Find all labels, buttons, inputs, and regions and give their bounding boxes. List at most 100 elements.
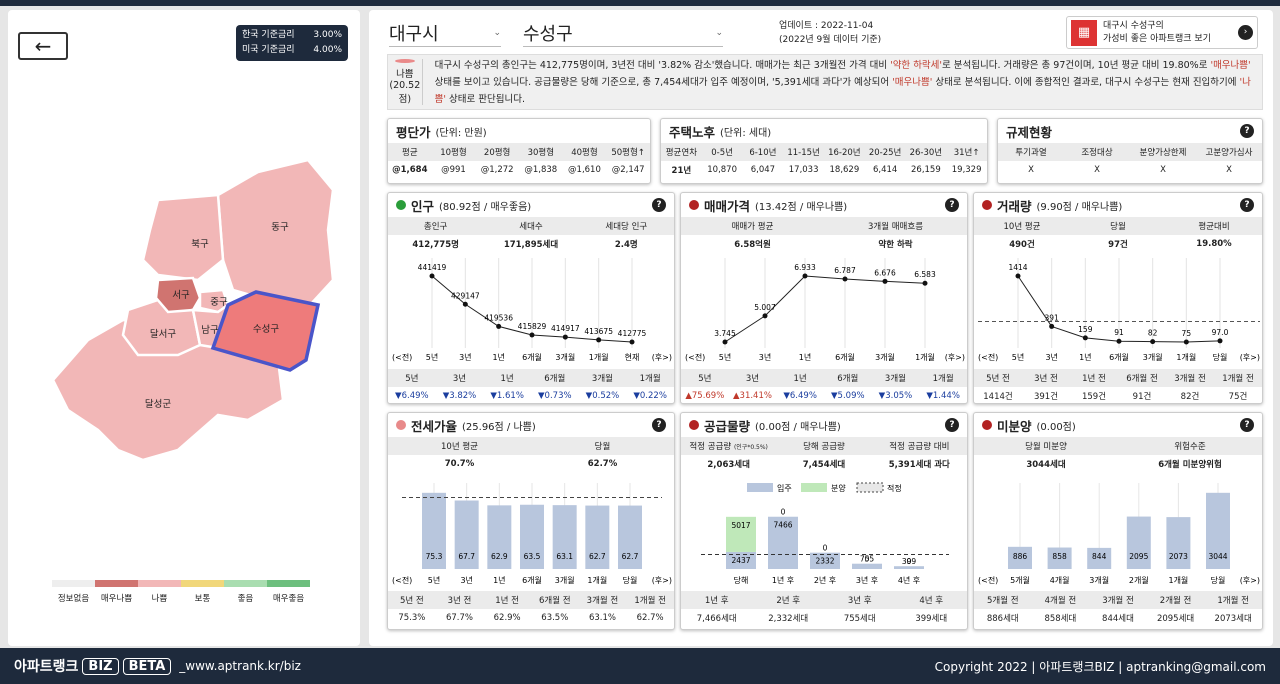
help-icon[interactable]: ?	[1240, 124, 1254, 138]
card-title: 공급물량	[704, 418, 751, 434]
map-label: 동구	[271, 222, 289, 233]
tick-label: 5년	[428, 575, 440, 585]
tick-label: 6개월	[1109, 352, 1129, 362]
supply-card: 공급물량 (0.00점 / 매우나쁨)? 적정 공급량 (인구*0.5%) 당해 공급…	[680, 412, 968, 630]
table-cell: 11-15년	[783, 143, 824, 161]
data-label: 412775	[618, 329, 647, 338]
table-cell: ▲75.69%	[685, 391, 725, 401]
table-cell: 3044세대	[1026, 460, 1066, 470]
summary-segment: 상태로 판단됩니다.	[445, 93, 525, 105]
data-label: 63.1	[556, 552, 573, 561]
summary-table: 10년 평균 당월 70.7% 62.7%	[388, 437, 674, 473]
legend-swatch	[138, 580, 181, 587]
age-table: 평균연차 0-5년 6-10년 11-15년 16-20년 20-25년 26-30년 31년…	[661, 143, 987, 179]
interest-rates: 한국 기준금리 3.00% 미국 기준금리 4.00%	[236, 25, 348, 61]
table-cell: 30평형	[518, 143, 563, 161]
back-button[interactable]: ←	[18, 32, 68, 60]
help-icon[interactable]: ?	[1240, 418, 1254, 432]
card-title: 전세가율	[411, 418, 458, 434]
table-cell: 1개월 전	[626, 591, 674, 609]
table-cell: 3개월 매매흐름	[824, 217, 967, 235]
data-point	[922, 280, 928, 286]
table-cell: 5년	[681, 369, 729, 387]
map-label: 남구	[201, 325, 219, 336]
table-cell: 1개월 전	[1214, 369, 1262, 387]
data-label: 6.787	[834, 266, 856, 275]
prev-label: (<전)	[978, 575, 998, 585]
table-cell: @991	[441, 165, 466, 175]
table-cell: 0-5년	[701, 143, 743, 161]
table-cell: 2095세대	[1156, 614, 1195, 624]
status-dot	[982, 200, 992, 210]
help-icon[interactable]: ?	[945, 198, 959, 212]
legend-swatch	[95, 580, 138, 587]
table-cell: 고분양가심사	[1196, 143, 1262, 161]
region-selectors: 대구시 ⌄ 수성구 ⌄	[389, 18, 723, 48]
district-buk[interactable]	[141, 193, 225, 282]
tick-label: 5개월	[1010, 575, 1030, 585]
tick-label: 3개월	[555, 352, 575, 362]
card-score: (9.90점 / 매우나쁨)	[1036, 201, 1123, 213]
table-cell: ▼6.49%	[783, 391, 817, 401]
table-cell: 6,047	[750, 165, 776, 175]
card-title: 거래량	[997, 198, 1032, 214]
data-label: 441419	[418, 263, 447, 272]
prev-label: (<전)	[392, 575, 412, 585]
help-icon[interactable]: ?	[1240, 198, 1254, 212]
legend-label: 정보없음	[57, 594, 90, 604]
tick-label: 3개월	[875, 352, 895, 362]
data-point	[429, 273, 435, 279]
table-cell: 858세대	[1044, 614, 1077, 624]
help-icon[interactable]: ?	[652, 198, 666, 212]
data-label: 7466	[773, 521, 792, 530]
legend-swatch	[856, 482, 884, 493]
bar-occupancy	[894, 566, 924, 569]
table-cell: 2.4명	[614, 240, 638, 250]
map-legend: 정보없음 매우나쁨 나쁨 보통 좋음 매우좋음	[52, 580, 310, 604]
data-label: 0	[907, 557, 912, 566]
tick-label: 당월	[1213, 352, 1228, 362]
bar	[1126, 516, 1151, 569]
table-cell: 20-25년	[864, 143, 906, 161]
table-cell: X	[1226, 165, 1232, 175]
data-point	[1049, 323, 1055, 329]
help-icon[interactable]: ?	[945, 418, 959, 432]
data-point	[529, 332, 535, 338]
supply-title-bar: 공급물량 (0.00점 / 매우나쁨)?	[681, 413, 967, 437]
population-line-chart: 441419 5년 429147 3년 419536 1년 415829 6개월 414917 3…	[392, 258, 672, 362]
city-select[interactable]: 대구시 ⌄	[389, 19, 501, 47]
tick-label: 3개월	[1089, 575, 1109, 585]
table-cell: 약한 하락	[878, 240, 913, 250]
table-cell: 10,870	[707, 165, 737, 175]
tick-label: 1년	[492, 352, 504, 362]
table-cell: 31년↑	[946, 143, 987, 161]
table-cell: 2년 후	[752, 591, 824, 609]
data-label: 886	[1013, 552, 1028, 561]
table-cell: 2,063세대	[707, 460, 750, 470]
footer-url[interactable]: _www.aptrank.kr/biz	[179, 659, 301, 673]
table-cell: 63.1%	[588, 613, 616, 623]
table-cell: 세대당 인구	[578, 217, 674, 235]
data-label: 3044	[1208, 552, 1227, 561]
data-label: 3.745	[714, 329, 736, 338]
table-cell: 1개월 전	[1204, 591, 1262, 609]
legend-label: 좋음	[237, 594, 254, 604]
table-cell: 6-10년	[742, 143, 784, 161]
table-cell: ▼3.82%	[442, 391, 477, 401]
summary-segment: 상태로 분석됩니다. 이에 종합적인 결과로, 대구시 수성구는 현재 진입하기…	[932, 76, 1240, 88]
status-dot	[396, 200, 406, 210]
table-cell: 분양가상한제	[1130, 143, 1196, 161]
legend-swatch	[267, 580, 310, 587]
data-point	[1116, 338, 1122, 344]
table-cell: 평균연차	[661, 143, 702, 161]
footer: 아파트랭크 BIZ BETA _www.aptrank.kr/biz Copyrigh…	[0, 648, 1280, 684]
help-icon[interactable]: ?	[652, 418, 666, 432]
status-dot	[689, 420, 699, 430]
table-cell: @2,147	[611, 165, 645, 175]
tick-label: 1개월	[915, 352, 935, 362]
legend-swatch	[52, 580, 95, 587]
table-cell: 4년 후	[895, 591, 967, 609]
tick-label: 당월	[1211, 575, 1226, 585]
district-select[interactable]: 수성구 ⌄	[523, 19, 723, 47]
promo-link[interactable]: ▦ 대구시 수성구의 가성비 좋은 아파트랭크 보기 ›	[1066, 16, 1258, 49]
